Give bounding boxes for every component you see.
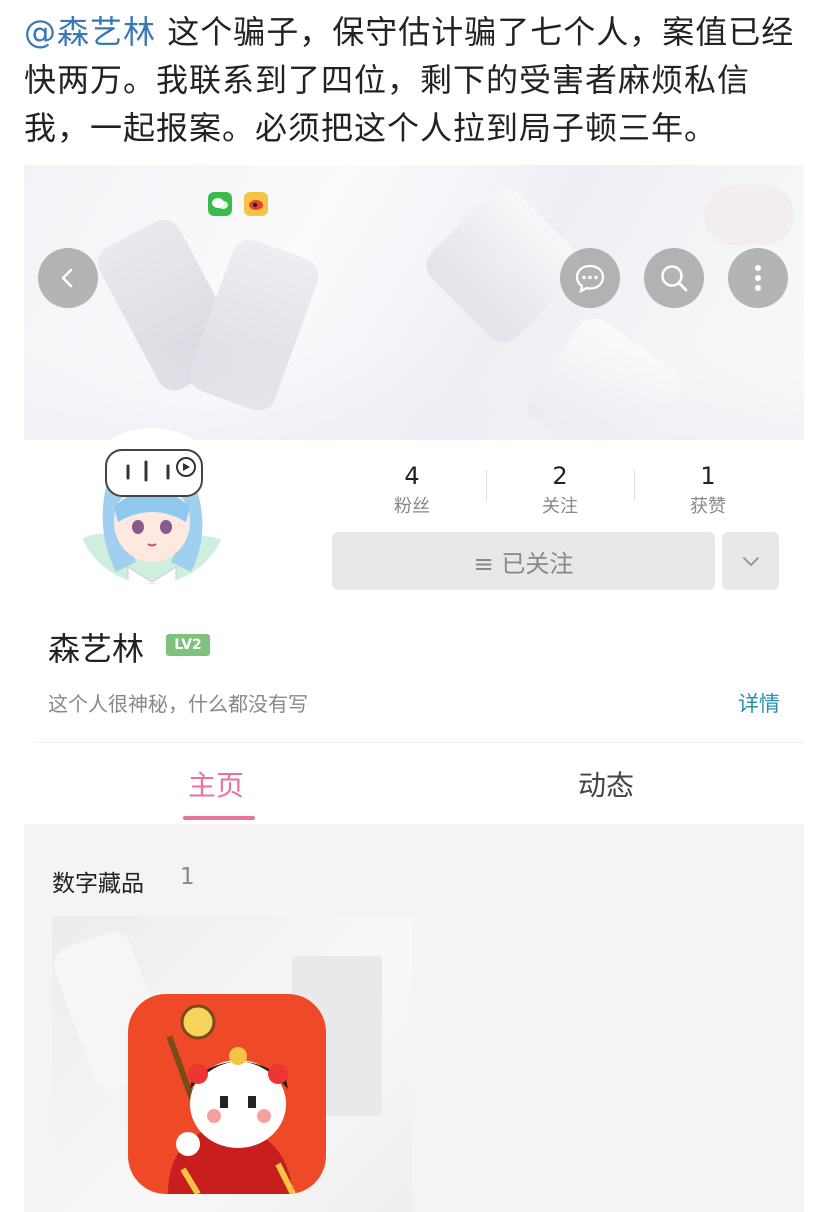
level-badge: LV2 [166, 634, 210, 656]
stat-likes[interactable]: 1 获赞 [648, 462, 768, 518]
collection-section: 数字藏品 1 [24, 824, 804, 1212]
message-button[interactable] [560, 248, 620, 308]
mention-link[interactable]: @森艺林 [24, 13, 156, 51]
stat-likes-label: 获赞 [690, 496, 726, 517]
followed-button[interactable]: ≡ 已关注 [332, 532, 715, 590]
section-count: 1 [180, 864, 195, 890]
back-button[interactable] [38, 248, 98, 308]
stat-likes-value: 1 [700, 462, 716, 490]
search-icon [661, 265, 688, 292]
chevron-left-icon [61, 268, 73, 288]
profile-banner [24, 165, 804, 440]
chat-icon [575, 264, 605, 294]
divider [634, 470, 635, 500]
stat-fans-label: 粉丝 [394, 496, 430, 517]
tab-active-indicator [183, 816, 255, 820]
divider [486, 470, 487, 500]
section-title: 数字藏品 [52, 871, 144, 897]
stat-following-value: 2 [552, 462, 568, 490]
stat-fans[interactable]: 4 粉丝 [352, 462, 472, 518]
more-icon [755, 265, 761, 291]
collectible-image[interactable] [128, 994, 326, 1194]
followed-label: ≡ 已关注 [473, 549, 574, 578]
user-bio: 这个人很神秘，什么都没有写 [48, 692, 308, 716]
tab-home[interactable]: 主页 [188, 764, 244, 804]
tab-activity[interactable]: 动态 [578, 764, 634, 804]
avatar[interactable] [72, 428, 232, 588]
stat-fans-value: 4 [404, 462, 420, 490]
search-button[interactable] [644, 248, 704, 308]
follow-dropdown-button[interactable] [722, 532, 779, 590]
weibo-icon [244, 192, 268, 216]
post-text: @森艺林 这个骗子，保守估计骗了七个人，案值已经快两万。我联系到了四位，剩下的受… [24, 8, 809, 152]
stat-following[interactable]: 2 关注 [500, 462, 620, 518]
user-name: 森艺林 [48, 630, 145, 668]
stat-following-label: 关注 [542, 496, 578, 517]
divider [34, 742, 804, 743]
detail-link[interactable]: 详情 [738, 688, 780, 718]
chevron-down-icon [742, 557, 759, 566]
wechat-icon [208, 192, 232, 216]
more-button[interactable] [728, 248, 788, 308]
